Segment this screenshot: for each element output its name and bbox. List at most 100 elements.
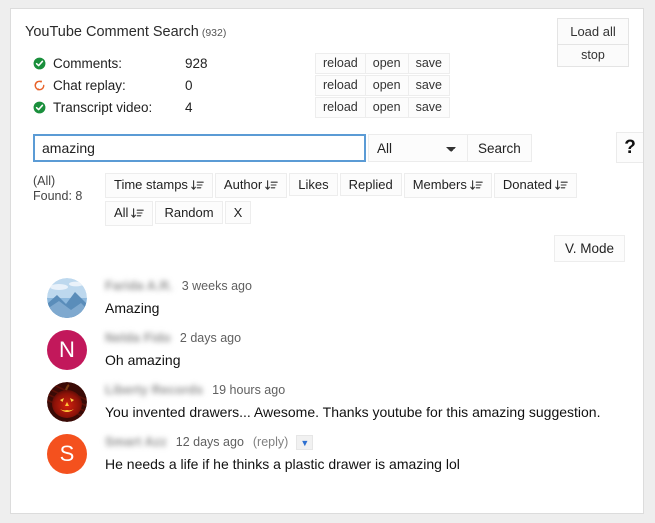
avatar[interactable]: S bbox=[47, 434, 87, 474]
comment-author[interactable]: Liberty Records bbox=[105, 383, 203, 397]
comment-text: He needs a life if he thinks a plastic d… bbox=[105, 456, 460, 472]
view-mode-button[interactable]: V. Mode bbox=[553, 235, 625, 262]
avatar[interactable] bbox=[47, 278, 87, 318]
filter-buttons: Time stamps Author Likes Replied Members Dona… bbox=[105, 173, 643, 229]
status-actions: reload open save bbox=[315, 52, 450, 74]
filter-author-button[interactable]: Author bbox=[214, 173, 288, 198]
check-circle-icon bbox=[33, 57, 46, 70]
check-circle-icon bbox=[33, 101, 46, 114]
filter-label: Time stamps bbox=[114, 177, 188, 192]
open-chat-replay-button[interactable]: open bbox=[364, 74, 409, 96]
comment-author[interactable]: Farida A.R. bbox=[105, 279, 173, 293]
chevron-down-icon[interactable]: ▼ bbox=[296, 434, 314, 450]
comment-author[interactable]: Nelda Fido bbox=[105, 331, 171, 345]
search-button[interactable]: Search bbox=[468, 134, 532, 162]
comment-timestamp: 12 days ago bbox=[175, 435, 244, 449]
save-transcript-button[interactable]: save bbox=[407, 96, 450, 118]
header: YouTube Comment Search (932) Load all sto… bbox=[11, 9, 643, 67]
filter-bar: (All) Found: 8 Time stamps Author Likes Rep… bbox=[33, 173, 643, 229]
comment-author[interactable]: Smart Azz bbox=[105, 435, 167, 449]
filter-donated-button[interactable]: Donated bbox=[493, 173, 578, 198]
list-item: N Nelda Fido 2 days ago Oh amazing bbox=[11, 323, 643, 375]
filter-members-button[interactable]: Members bbox=[403, 173, 492, 198]
filter-time-stamps-button[interactable]: Time stamps bbox=[105, 173, 213, 198]
comment-text: Amazing bbox=[105, 300, 160, 316]
status-icon-cell bbox=[33, 52, 53, 74]
open-comments-button[interactable]: open bbox=[364, 52, 409, 74]
list-item: S Smart Azz 12 days ago (reply) ▼ He nee… bbox=[11, 427, 643, 479]
status-actions: reload open save bbox=[315, 96, 450, 118]
status-label: Transcript video: bbox=[53, 99, 153, 115]
total-count-badge: (932) bbox=[201, 27, 227, 39]
found-scope-label: (All) bbox=[33, 174, 56, 188]
app-panel: YouTube Comment Search (932) Load all sto… bbox=[10, 8, 644, 514]
comment-body: Liberty Records 19 hours ago You invente… bbox=[105, 380, 629, 422]
status-value: 0 bbox=[185, 77, 193, 93]
reload-transcript-button[interactable]: reload bbox=[315, 96, 366, 118]
sort-descending-icon bbox=[265, 178, 278, 195]
sort-descending-icon bbox=[131, 206, 145, 223]
table-row: Comments: 928 reload open save bbox=[33, 52, 450, 74]
found-count-label: Found: 8 bbox=[33, 189, 83, 203]
status-actions: reload open save bbox=[315, 74, 450, 96]
list-item: Liberty Records 19 hours ago You invente… bbox=[11, 375, 643, 427]
found-summary: (All) Found: 8 bbox=[33, 173, 105, 204]
avatar-initial: S bbox=[59, 441, 75, 466]
search-scope-select[interactable]: All bbox=[368, 134, 468, 162]
sort-descending-icon bbox=[555, 178, 568, 195]
filter-replied-button[interactable]: Replied bbox=[339, 173, 402, 196]
open-transcript-button[interactable]: open bbox=[364, 96, 409, 118]
comment-meta: Nelda Fido 2 days ago bbox=[105, 329, 629, 347]
reply-label[interactable]: (reply) bbox=[253, 435, 288, 449]
reload-chat-replay-button[interactable]: reload bbox=[315, 74, 366, 96]
filter-label: Donated bbox=[502, 177, 553, 192]
avatar[interactable]: N bbox=[47, 330, 87, 370]
avatar[interactable] bbox=[47, 382, 87, 422]
search-bar: All Search ? bbox=[33, 132, 643, 163]
comment-timestamp: 2 days ago bbox=[179, 331, 242, 345]
status-label: Comments: bbox=[53, 55, 123, 71]
comment-meta: Liberty Records 19 hours ago bbox=[105, 381, 629, 399]
comment-meta: Farida A.R. 3 weeks ago bbox=[105, 277, 629, 295]
help-button[interactable]: ? bbox=[616, 132, 643, 163]
search-input[interactable] bbox=[33, 134, 366, 162]
save-chat-replay-button[interactable]: save bbox=[407, 74, 450, 96]
page-title: YouTube Comment Search bbox=[25, 24, 199, 40]
table-row: Chat replay: 0 reload open save bbox=[33, 74, 450, 96]
filter-label: Author bbox=[223, 177, 263, 192]
load-all-button[interactable]: Load all bbox=[557, 18, 629, 45]
status-table: Comments: 928 reload open save Chat replay… bbox=[33, 52, 450, 118]
filter-random-button[interactable]: Random bbox=[155, 201, 223, 224]
comment-timestamp: 3 weeks ago bbox=[181, 279, 252, 293]
stop-button[interactable]: stop bbox=[557, 45, 629, 67]
filter-row-secondary: All Random X bbox=[105, 201, 643, 229]
comment-text: Oh amazing bbox=[105, 352, 181, 368]
refresh-circle-icon bbox=[33, 79, 46, 92]
reload-comments-button[interactable]: reload bbox=[315, 52, 366, 74]
comment-body: Farida A.R. 3 weeks ago Amazing bbox=[105, 276, 629, 318]
save-comments-button[interactable]: save bbox=[407, 52, 450, 74]
avatar-initial: N bbox=[59, 337, 75, 362]
table-row: Transcript video: 4 reload open save bbox=[33, 96, 450, 118]
vmode-row: V. Mode bbox=[11, 233, 643, 263]
status-value: 4 bbox=[185, 99, 193, 115]
comment-list: Farida A.R. 3 weeks ago Amazing N Nelda … bbox=[11, 271, 643, 479]
status-value: 928 bbox=[185, 55, 208, 71]
comment-meta: Smart Azz 12 days ago (reply) ▼ bbox=[105, 433, 629, 451]
status-icon-cell bbox=[33, 96, 53, 118]
filter-all-button[interactable]: All bbox=[105, 201, 154, 226]
sort-descending-icon bbox=[470, 178, 483, 195]
filter-clear-button[interactable]: X bbox=[224, 201, 252, 224]
filter-label: Members bbox=[412, 177, 467, 192]
status-label: Chat replay: bbox=[53, 77, 126, 93]
comment-body: Nelda Fido 2 days ago Oh amazing bbox=[105, 328, 629, 370]
list-item: Farida A.R. 3 weeks ago Amazing bbox=[11, 271, 643, 323]
status-icon-cell bbox=[33, 74, 53, 96]
comment-body: Smart Azz 12 days ago (reply) ▼ He needs… bbox=[105, 432, 629, 474]
filter-label: All bbox=[114, 205, 129, 220]
comment-timestamp: 19 hours ago bbox=[212, 383, 286, 397]
filter-row-primary: Time stamps Author Likes Replied Members Dona… bbox=[105, 173, 643, 201]
sort-descending-icon bbox=[191, 178, 204, 195]
filter-likes-button[interactable]: Likes bbox=[289, 173, 338, 196]
status-table-body: Comments: 928 reload open save Chat replay… bbox=[33, 52, 450, 118]
